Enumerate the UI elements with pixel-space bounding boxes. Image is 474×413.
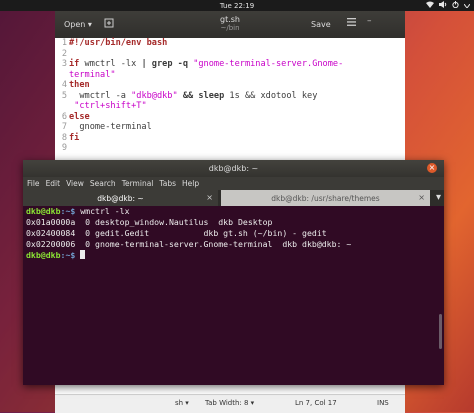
code-line: #!/usr/bin/env bash <box>69 38 168 48</box>
terminal-menubar: File Edit View Search Terminal Tabs Help <box>23 177 444 190</box>
hamburger-icon[interactable] <box>347 18 356 28</box>
terminal-line: dkb@dkb:~$ <box>26 250 444 261</box>
code-line: else <box>69 111 90 122</box>
insert-mode: INS <box>377 399 389 407</box>
terminal-titlebar[interactable]: dkb@dkb: ~ × <box>23 160 444 177</box>
minimize-icon[interactable]: – <box>367 16 372 26</box>
line-numbers: 1 2 3 4 5 6 7 8 9 <box>61 38 67 153</box>
terminal-line: 0x02400084 0 gedit.Gedit dkb gt.sh (~/bi… <box>26 228 327 238</box>
code-line: if wmctrl -lx | grep -q "gnome-terminal-… <box>69 59 344 69</box>
tab-width-selector[interactable]: Tab Width: 8 ▾ <box>205 399 254 407</box>
menu-help[interactable]: Help <box>182 179 199 188</box>
tab-themes[interactable]: dkb@dkb: /usr/share/themes × <box>221 190 430 206</box>
scrollbar[interactable] <box>439 314 442 349</box>
network-icon[interactable] <box>426 1 434 10</box>
code-line: terminal" <box>69 69 116 80</box>
menu-view[interactable]: View <box>66 179 84 188</box>
gedit-headerbar: Open ▾ gt.sh ~/bin Save – <box>55 11 405 38</box>
save-button[interactable]: Save <box>311 20 331 29</box>
code-content[interactable]: #!/usr/bin/env bash if wmctrl -lx | grep… <box>69 38 343 143</box>
cursor-position: Ln 7, Col 17 <box>295 399 337 407</box>
terminal-tabbar: dkb@dkb: ~ × dkb@dkb: /usr/share/themes … <box>23 190 444 206</box>
close-icon[interactable]: × <box>418 193 425 202</box>
terminal-line: dkb@dkb:~$ wmctrl -lx <box>26 206 130 216</box>
menu-edit[interactable]: Edit <box>46 179 61 188</box>
gedit-statusbar: sh ▾ Tab Width: 8 ▾ Ln 7, Col 17 INS <box>55 394 405 413</box>
close-icon[interactable]: × <box>206 193 213 202</box>
terminal-title: dkb@dkb: ~ <box>208 164 259 173</box>
tab-label: dkb@dkb: /usr/share/themes <box>271 193 380 203</box>
clock[interactable]: Tue 22:19 <box>0 2 474 10</box>
text-cursor <box>80 250 86 259</box>
code-line: fi <box>69 132 80 143</box>
code-line: then <box>69 80 90 90</box>
code-line: "ctrl+shift+T" <box>74 101 147 111</box>
system-tray[interactable] <box>426 1 471 10</box>
terminal-line: 0x01a0000a 0 desktop_window.Nautilus dkb… <box>26 217 273 227</box>
close-icon[interactable]: × <box>427 163 437 173</box>
menu-file[interactable]: File <box>27 179 40 188</box>
menu-tabs[interactable]: Tabs <box>159 179 176 188</box>
chevron-down-icon[interactable] <box>463 2 471 10</box>
volume-icon[interactable] <box>439 1 447 10</box>
terminal-line: 0x02200006 0 gnome-terminal-server.Gnome… <box>26 239 352 249</box>
document-title: gt.sh <box>220 15 240 24</box>
tab-home[interactable]: dkb@dkb: ~ × <box>23 190 218 206</box>
tab-label: dkb@dkb: ~ <box>97 193 144 203</box>
language-selector[interactable]: sh ▾ <box>175 399 189 407</box>
new-tab-icon[interactable]: ▾ <box>436 192 441 203</box>
menu-search[interactable]: Search <box>90 179 116 188</box>
terminal-output[interactable]: dkb@dkb:~$ wmctrl -lx 0x01a0000a 0 deskt… <box>23 206 444 385</box>
power-icon[interactable] <box>452 1 459 10</box>
top-panel: Tue 22:19 <box>0 0 474 11</box>
code-line: gnome-terminal <box>69 122 152 132</box>
terminal-window: dkb@dkb: ~ × File Edit View Search Termi… <box>23 160 444 385</box>
menu-terminal[interactable]: Terminal <box>122 179 154 188</box>
code-line: wmctrl -a "dkb@dkb" && sleep 1s && xdoto… <box>69 90 318 101</box>
